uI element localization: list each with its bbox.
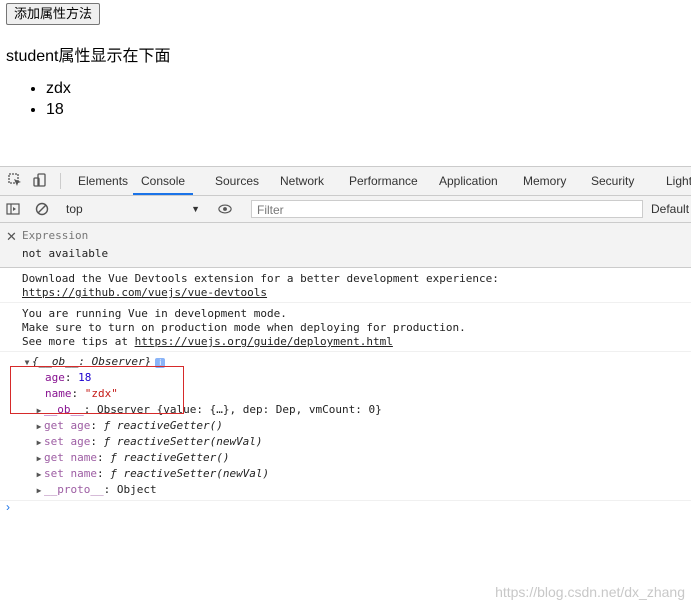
property-row[interactable]: ▶ get name: ƒ reactiveGetter() [0, 450, 691, 466]
property-row[interactable]: ▶ get age: ƒ reactiveGetter() [0, 418, 691, 434]
collapsed-triangle-icon[interactable]: ▶ [34, 467, 44, 483]
tab-elements[interactable]: Elements [78, 167, 128, 195]
property-value: ƒ reactiveSetter(newVal) [103, 435, 263, 448]
collapsed-triangle-icon[interactable]: ▶ [34, 483, 44, 499]
message-link[interactable]: https://vuejs.org/guide/deployment.html [135, 335, 393, 348]
student-heading: student属性显示在下面 [6, 48, 171, 65]
collapsed-triangle-icon[interactable]: ▶ [34, 435, 44, 451]
message-text: You are running Vue in development mode. [22, 307, 287, 320]
log-levels-select[interactable]: Default [651, 200, 689, 218]
message-text: See more tips at [22, 335, 135, 348]
devtools-tabbar: Elements Console Sources Network Perform… [0, 167, 691, 196]
property-row[interactable]: ▶ set name: ƒ reactiveSetter(newVal) [0, 466, 691, 482]
property-key: set name [44, 467, 97, 480]
live-expression-panel: ✕ Expression not available [0, 223, 691, 268]
console-message: Download the Vue Devtools extension for … [0, 268, 691, 303]
property-value: Object [116, 483, 157, 496]
property-value: ƒ reactiveGetter() [103, 419, 223, 432]
collapsed-triangle-icon[interactable]: ▶ [34, 451, 44, 467]
property-value: ƒ reactiveGetter() [110, 451, 230, 464]
expression-value: not available [22, 247, 109, 260]
property-value: ƒ reactiveSetter(newVal) [110, 467, 270, 480]
tab-performance[interactable]: Performance [349, 167, 418, 195]
toolbar-divider [60, 173, 61, 189]
tab-memory[interactable]: Memory [523, 167, 566, 195]
message-link[interactable]: https://github.com/vuejs/vue-devtools [22, 286, 267, 299]
student-list: zdx 18 [26, 78, 71, 120]
console-toolbar: top ▼ Filter Default [0, 196, 691, 223]
tab-network[interactable]: Network [280, 167, 324, 195]
watermark: https://blog.csdn.net/dx_zhang [495, 584, 685, 600]
live-expression-eye-icon[interactable] [218, 202, 232, 216]
property-key: get age [44, 419, 91, 432]
property-row[interactable]: ▶ __proto__: Object [0, 482, 691, 498]
annotation-highlight-box [10, 366, 184, 414]
context-select[interactable]: top ▼ [66, 200, 202, 218]
tab-sources[interactable]: Sources [215, 167, 259, 195]
tab-application[interactable]: Application [439, 167, 498, 195]
list-item: 18 [46, 99, 71, 120]
console-message: You are running Vue in development mode.… [0, 303, 691, 352]
tab-lighthouse[interactable]: Light [666, 167, 691, 195]
property-key: get name [44, 451, 97, 464]
expression-label[interactable]: Expression [22, 229, 88, 242]
property-key: __proto__ [44, 483, 104, 496]
property-key: set age [44, 435, 91, 448]
tab-console[interactable]: Console [133, 167, 194, 195]
page-content: 添加属性方法 student属性显示在下面 zdx 18 [0, 0, 691, 166]
console-prompt[interactable]: › [6, 500, 10, 514]
close-icon[interactable]: ✕ [6, 229, 17, 245]
property-row[interactable]: ▶ set age: ƒ reactiveSetter(newVal) [0, 434, 691, 450]
collapsed-triangle-icon[interactable]: ▶ [34, 419, 44, 435]
inspect-element-icon[interactable] [8, 173, 22, 187]
context-value: top [66, 202, 83, 216]
show-sidebar-icon[interactable] [6, 202, 20, 216]
add-property-method-button[interactable]: 添加属性方法 [6, 3, 101, 25]
filter-input[interactable]: Filter [251, 200, 643, 218]
message-text: Download the Vue Devtools extension for … [22, 272, 499, 285]
message-text: Make sure to turn on production mode whe… [22, 321, 466, 334]
list-item: zdx [46, 78, 71, 99]
tab-security[interactable]: Security [591, 167, 634, 195]
device-toolbar-icon[interactable] [33, 173, 47, 187]
chevron-down-icon: ▼ [191, 204, 200, 214]
clear-console-icon[interactable] [35, 202, 49, 216]
